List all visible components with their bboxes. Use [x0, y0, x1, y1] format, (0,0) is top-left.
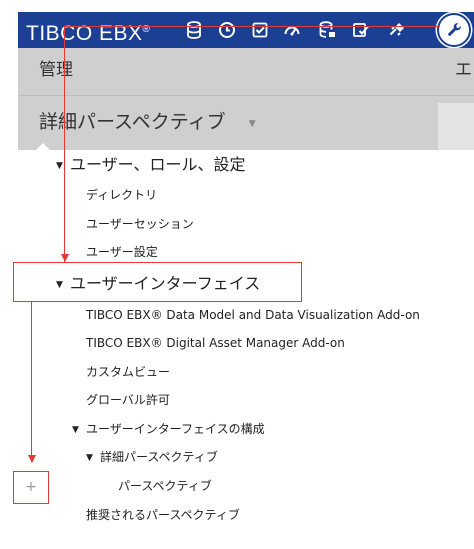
wrench-icon — [447, 23, 461, 37]
tree-item-label: ユーザー設定 — [86, 245, 158, 259]
perspective-selector[interactable]: 詳細パースペクティブ ▼ — [39, 109, 256, 135]
tree-item-advanced-perspective[interactable]: ▼ 詳細パースペクティブ — [86, 448, 218, 467]
admin-tools-button[interactable] — [437, 13, 471, 47]
tibco-ebx-logo[interactable]: TIBCO EBX® — [26, 17, 150, 47]
tree-item-directory[interactable]: ディレクトリ — [86, 186, 157, 204]
workflow-check-icon[interactable] — [351, 20, 371, 40]
tree-item-perspective[interactable]: パースペクティブ — [118, 477, 212, 495]
tree-item-label: ユーザーインターフェイスの構成 — [86, 422, 265, 436]
truncated-header-text: エ — [455, 60, 472, 80]
annotation-arrowhead-2 — [28, 455, 36, 463]
tree-item-addon-dam[interactable]: TIBCO EBX® Digital Asset Manager Add-on — [86, 334, 345, 352]
tree-item-label: グローバル許可 — [86, 393, 170, 407]
database-icon[interactable] — [184, 20, 204, 40]
tree-item-label: カスタムビュー — [86, 365, 171, 379]
page-title: 管理 — [39, 60, 73, 80]
tree-item-global-permissions[interactable]: グローバル許可 — [86, 391, 170, 409]
selector-notch — [36, 143, 50, 150]
screen: TIBCO EBX® 管理 エ 詳細パースペクティブ ▼ ▼ ユーザー、ロール、… — [0, 0, 474, 549]
gauge-icon[interactable] — [282, 20, 302, 40]
plus-icon: + — [25, 479, 37, 495]
annotation-line-vertical-2 — [31, 302, 32, 462]
chevron-down-icon: ▼ — [248, 118, 256, 129]
expand-caret-icon: ▼ — [72, 424, 79, 435]
admin-header: 管理 エ 詳細パースペクティブ ▼ — [18, 48, 474, 150]
annotation-line-vertical — [64, 26, 65, 262]
tree-item-label: パースペクティブ — [118, 479, 212, 493]
data-admin-icon[interactable] — [317, 20, 337, 40]
tree-item-recommended-perspective[interactable]: 推奨されるパースペクティブ — [86, 506, 240, 524]
tree-item-label: TIBCO EBX® Digital Asset Manager Add-on — [86, 336, 345, 350]
expand-caret-icon: ▼ — [86, 452, 93, 463]
top-nav-bar: TIBCO EBX® — [18, 12, 474, 48]
annotation-highlight-user-interface — [13, 262, 302, 302]
tree-item-user-sessions[interactable]: ユーザーセッション — [86, 215, 194, 233]
checklist-icon[interactable] — [250, 20, 270, 40]
side-panel-edge — [438, 103, 474, 150]
annotation-arrowhead — [61, 254, 69, 262]
divider — [18, 95, 474, 96]
tree-item-label: 推奨されるパースペクティブ — [86, 508, 240, 522]
tree-item-user-settings[interactable]: ユーザー設定 — [86, 243, 158, 261]
tree-item-custom-view[interactable]: カスタムビュー — [86, 363, 170, 381]
tree-item-label: ユーザーセッション — [86, 217, 194, 231]
tree-item-label: ディレクトリ — [86, 188, 158, 202]
tree-item-users-roles-settings[interactable]: ▼ ユーザー、ロール、設定 — [56, 154, 246, 177]
tree-item-label: TIBCO EBX® Data Model and Data Visualiza… — [86, 308, 420, 322]
perspective-title: 詳細パースペクティブ — [39, 111, 226, 133]
clock-icon[interactable] — [217, 20, 237, 40]
plug-icon[interactable] — [387, 20, 407, 40]
expand-caret-icon: ▼ — [56, 160, 63, 171]
annotation-line-horizontal — [64, 26, 440, 27]
tree-item-ui-config[interactable]: ▼ ユーザーインターフェイスの構成 — [72, 420, 265, 439]
tree-item-label: 詳細パースペクティブ — [100, 450, 218, 464]
tree-item-label: ユーザー、ロール、設定 — [70, 155, 246, 174]
tree-item-addon-data-model[interactable]: TIBCO EBX® Data Model and Data Visualiza… — [86, 306, 420, 324]
add-perspective-button[interactable]: + — [13, 471, 49, 504]
